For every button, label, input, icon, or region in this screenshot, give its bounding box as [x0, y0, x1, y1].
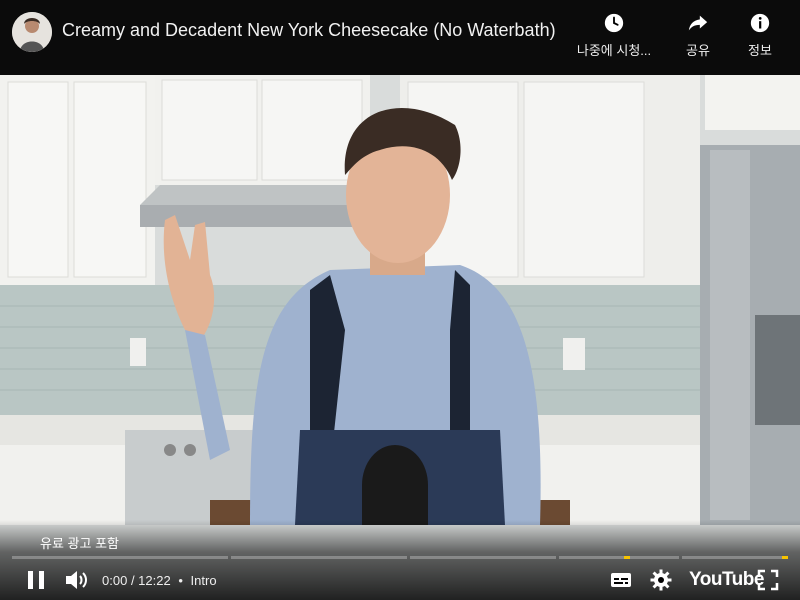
fullscreen-icon	[757, 569, 779, 591]
chapter-segment[interactable]	[559, 556, 679, 559]
progress-bar[interactable]	[12, 556, 788, 559]
share-label: 공유	[686, 43, 710, 58]
volume-button[interactable]	[64, 568, 90, 592]
info-label: 정보	[748, 43, 772, 58]
paid-promotion-label: 유료 광고 포함	[40, 536, 119, 551]
settings-button[interactable]	[649, 568, 673, 592]
volume-icon	[66, 571, 87, 589]
duration: 12:22	[138, 573, 171, 588]
share-icon	[688, 15, 708, 31]
controls-gradient	[0, 520, 800, 600]
chapter-marker	[782, 556, 788, 559]
watch-later-label: 나중에 시청...	[576, 43, 652, 58]
settings-icon	[650, 569, 672, 591]
channel-avatar[interactable]	[12, 12, 52, 52]
fullscreen-button[interactable]	[756, 568, 780, 592]
chapter-marker	[624, 556, 630, 559]
current-time: 0:00	[102, 573, 128, 588]
captions-icon	[611, 573, 631, 587]
chapter-title[interactable]: Intro	[191, 573, 217, 588]
captions-button[interactable]	[609, 568, 633, 592]
clock-icon	[604, 13, 624, 33]
chapter-segment[interactable]	[682, 556, 788, 559]
top-bar: Creamy and Decadent New York Cheesecake …	[0, 0, 800, 75]
chapter-segment[interactable]	[231, 556, 407, 559]
info-button[interactable]: 정보	[742, 12, 778, 59]
chapter-segment[interactable]	[410, 556, 556, 559]
video-frame[interactable]	[0, 0, 800, 600]
info-icon	[750, 13, 770, 33]
time-display: 0:00 / 12:22 • Intro	[102, 573, 217, 588]
chapter-segment[interactable]	[12, 556, 228, 559]
watch-later-button[interactable]: 나중에 시청...	[574, 12, 654, 59]
pause-icon	[28, 571, 44, 589]
share-button[interactable]: 공유	[680, 12, 716, 59]
video-title[interactable]: Creamy and Decadent New York Cheesecake …	[62, 20, 556, 41]
youtube-logo[interactable]: YouTube	[689, 569, 764, 591]
pause-button[interactable]	[24, 568, 48, 592]
separator: •	[178, 573, 183, 588]
video-scene	[0, 0, 800, 600]
